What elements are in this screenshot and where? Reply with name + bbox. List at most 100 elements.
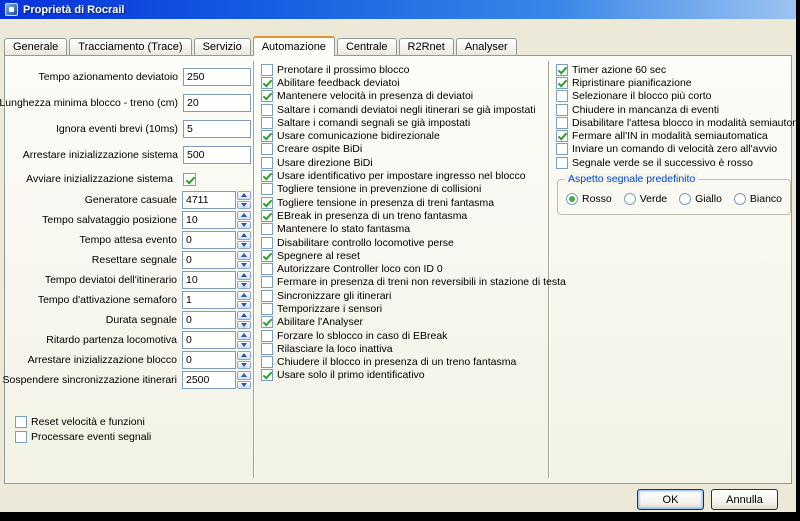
spinner-control[interactable] [237, 191, 251, 209]
checkbox[interactable] [261, 130, 273, 142]
checkbox-row[interactable]: Autorizzare Controller loco con ID 0 [261, 262, 547, 275]
checkbox[interactable] [556, 157, 568, 169]
checkbox[interactable] [261, 237, 273, 249]
cancel-button[interactable]: Annulla [711, 489, 778, 510]
checkbox-row[interactable]: Selezionare il blocco più corto [556, 90, 794, 103]
spinner-field-input[interactable] [182, 211, 236, 229]
spinner-down-icon[interactable] [237, 341, 251, 350]
spinner-field-input[interactable] [182, 271, 236, 289]
spinner-control[interactable] [237, 211, 251, 229]
checkbox-row[interactable]: Disabilitare l'attesa blocco in modalità… [556, 116, 794, 129]
checkbox[interactable] [261, 197, 273, 209]
checkbox-row[interactable]: Fermare all'IN in modalità semiautomatic… [556, 129, 794, 142]
spinner-control[interactable] [237, 311, 251, 329]
checkbox[interactable] [261, 356, 273, 368]
checkbox-row[interactable]: Segnale verde se il successivo è rosso [556, 156, 794, 169]
spinner-control[interactable] [237, 291, 251, 309]
radio-button[interactable] [624, 193, 636, 205]
spinner-down-icon[interactable] [237, 321, 251, 330]
checkbox-row[interactable]: Fermare in presenza di treni non reversi… [261, 276, 547, 289]
spinner-up-icon[interactable] [237, 251, 251, 260]
checkbox-row[interactable]: Rilasciare la loco inattiva [261, 342, 547, 355]
checkbox-row[interactable]: Forzare lo sblocco in caso di EBreak [261, 329, 547, 342]
spinner-field-input[interactable] [182, 371, 236, 389]
checkbox[interactable] [261, 90, 273, 102]
spinner-down-icon[interactable] [237, 301, 251, 310]
checkbox-row[interactable]: Togliere tensione in prevenzione di coll… [261, 183, 547, 196]
numeric-field-input[interactable] [183, 146, 251, 164]
spinner-down-icon[interactable] [237, 361, 251, 370]
spinner-control[interactable] [237, 331, 251, 349]
spinner-up-icon[interactable] [237, 231, 251, 240]
spinner-control[interactable] [237, 251, 251, 269]
checkbox[interactable] [261, 250, 273, 262]
checkbox-row[interactable]: Chiudere in mancanza di eventi [556, 103, 794, 116]
checkbox-row[interactable]: Disabilitare controllo locomotive perse [261, 236, 547, 249]
checkbox-row[interactable]: Sincronizzare gli itinerari [261, 289, 547, 302]
checkbox[interactable] [261, 303, 273, 315]
radio-option[interactable]: Giallo [679, 193, 722, 205]
checkbox-row[interactable]: Saltare i comandi deviatoi negli itinera… [261, 103, 547, 116]
checkbox-row[interactable]: Saltare i comandi segnali se già imposta… [261, 116, 547, 129]
checkbox[interactable] [261, 276, 273, 288]
checkbox[interactable] [261, 290, 273, 302]
checkbox[interactable] [261, 77, 273, 89]
radio-button[interactable] [679, 193, 691, 205]
init-checkbox-row[interactable]: Avviare inizializzazione sistema [11, 168, 251, 190]
ok-button[interactable]: OK [637, 489, 704, 510]
checkbox-row[interactable]: Spegnere al reset [261, 249, 547, 262]
radio-option[interactable]: Rosso [566, 193, 612, 205]
spinner-field-input[interactable] [182, 331, 236, 349]
spinner-up-icon[interactable] [237, 291, 251, 300]
checkbox-row[interactable]: Processare eventi segnali [15, 429, 251, 444]
checkbox-row[interactable]: EBreak in presenza di un treno fantasma [261, 209, 547, 222]
checkbox[interactable] [261, 263, 273, 275]
checkbox-row[interactable]: Abilitare feedback deviatoi [261, 76, 547, 89]
checkbox[interactable] [556, 77, 568, 89]
radio-option[interactable]: Bianco [734, 193, 782, 205]
spinner-down-icon[interactable] [237, 381, 251, 390]
tab[interactable]: Generale [4, 38, 67, 55]
numeric-field-input[interactable] [183, 120, 251, 138]
checkbox[interactable] [15, 431, 27, 443]
checkbox[interactable] [261, 210, 273, 222]
checkbox[interactable] [261, 170, 273, 182]
tab[interactable]: R2Rnet [399, 38, 454, 55]
spinner-control[interactable] [237, 371, 251, 389]
spinner-down-icon[interactable] [237, 241, 251, 250]
checkbox-row[interactable]: Abilitare l'Analyser [261, 316, 547, 329]
init-checkbox[interactable] [183, 173, 196, 186]
spinner-up-icon[interactable] [237, 311, 251, 320]
checkbox[interactable] [261, 330, 273, 342]
checkbox-row[interactable]: Usare direzione BiDi [261, 156, 547, 169]
checkbox[interactable] [261, 183, 273, 195]
tab[interactable]: Centrale [337, 38, 397, 55]
checkbox[interactable] [261, 223, 273, 235]
checkbox[interactable] [15, 416, 27, 428]
spinner-down-icon[interactable] [237, 221, 251, 230]
checkbox-row[interactable]: Prenotare il prossimo blocco [261, 63, 547, 76]
checkbox[interactable] [261, 316, 273, 328]
checkbox-row[interactable]: Creare ospite BiDi [261, 143, 547, 156]
checkbox-row[interactable]: Usare identificativo per impostare ingre… [261, 169, 547, 182]
spinner-field-input[interactable] [182, 231, 236, 249]
checkbox-row[interactable]: Inviare un comando di velocità zero all'… [556, 143, 794, 156]
spinner-down-icon[interactable] [237, 281, 251, 290]
checkbox[interactable] [556, 104, 568, 116]
spinner-up-icon[interactable] [237, 191, 251, 200]
checkbox[interactable] [261, 157, 273, 169]
checkbox[interactable] [556, 117, 568, 129]
spinner-control[interactable] [237, 231, 251, 249]
checkbox-row[interactable]: Mantenere velocità in presenza di deviat… [261, 90, 547, 103]
spinner-field-input[interactable] [182, 311, 236, 329]
checkbox-row[interactable]: Temporizzare i sensori [261, 302, 547, 315]
checkbox[interactable] [556, 64, 568, 76]
checkbox-row[interactable]: Togliere tensione in presenza di treni f… [261, 196, 547, 209]
checkbox[interactable] [556, 143, 568, 155]
checkbox-row[interactable]: Reset velocità e funzioni [15, 414, 251, 429]
spinner-up-icon[interactable] [237, 271, 251, 280]
spinner-field-input[interactable] [182, 251, 236, 269]
checkbox[interactable] [556, 90, 568, 102]
spinner-down-icon[interactable] [237, 261, 251, 270]
checkbox-row[interactable]: Ripristinare pianificazione [556, 76, 794, 89]
